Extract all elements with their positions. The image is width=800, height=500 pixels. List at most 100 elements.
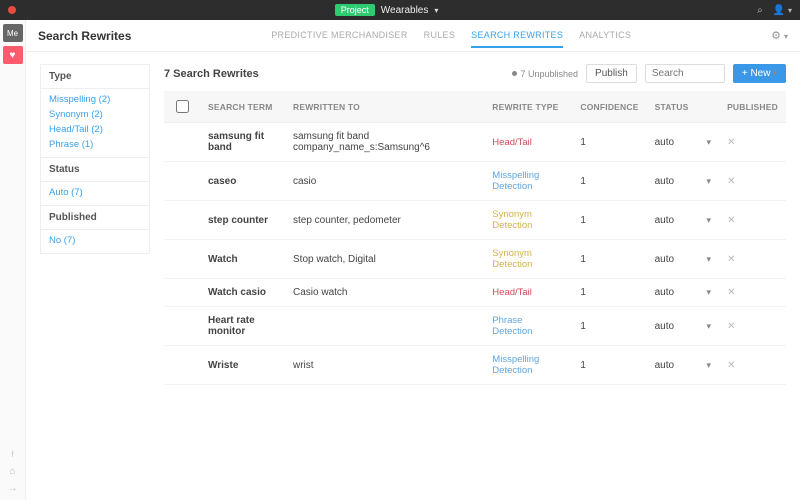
cell-rewrite-type: Phrase Detection	[484, 307, 572, 346]
expand-icon[interactable]: →	[8, 483, 18, 494]
cell-rewritten-to: wrist	[285, 346, 484, 385]
filter-group-title: Type	[41, 65, 149, 89]
select-all-checkbox[interactable]	[176, 100, 189, 113]
close-icon[interactable]: ✕	[727, 215, 735, 226]
nav-tabs: PREDICTIVE MERCHANDISER RULES SEARCH REWRI…	[151, 24, 751, 48]
cell-status: auto	[647, 307, 697, 346]
filter-group-published: Published No (7)	[40, 205, 150, 254]
filter-group-title: Status	[41, 158, 149, 182]
column-header[interactable]: PUBLISHED	[719, 91, 786, 123]
filter-link[interactable]: No (7)	[49, 235, 141, 246]
cell-search-term: Heart rate monitor	[200, 307, 285, 346]
cell-confidence: 1	[572, 123, 646, 162]
cell-rewritten-to: step counter, pedometer	[285, 201, 484, 240]
row-menu[interactable]	[705, 215, 712, 226]
tab-search-rewrites[interactable]: SEARCH REWRITES	[471, 24, 563, 48]
cell-status: auto	[647, 123, 697, 162]
close-icon[interactable]: ✕	[727, 287, 735, 298]
page-title: Search Rewrites	[38, 29, 131, 43]
cell-rewrite-type: Synonym Detection	[484, 201, 572, 240]
cell-search-term: Watch casio	[200, 279, 285, 307]
column-header[interactable]: STATUS	[647, 91, 697, 123]
filter-link[interactable]: Phrase (1)	[49, 139, 141, 150]
tab-predictive-merchandiser[interactable]: PREDICTIVE MERCHANDISER	[271, 24, 407, 48]
topbar: Project Wearables ▾ ⌕ 👤 ▾	[0, 0, 800, 20]
cell-rewritten-to: casio	[285, 162, 484, 201]
column-header[interactable]: CONFIDENCE	[572, 91, 646, 123]
cell-rewrite-type: Synonym Detection	[484, 240, 572, 279]
cell-confidence: 1	[572, 307, 646, 346]
new-button[interactable]: + New	[733, 64, 786, 83]
row-menu[interactable]	[705, 137, 712, 148]
column-header[interactable]	[697, 91, 720, 123]
search-input[interactable]	[645, 64, 725, 83]
rewrites-table: SEARCH TERMREWRITTEN TOREWRITE TYPECONFI…	[164, 91, 786, 385]
cell-confidence: 1	[572, 346, 646, 385]
cell-status: auto	[647, 240, 697, 279]
rocket-icon[interactable]: ⟊	[11, 449, 14, 460]
gear-icon[interactable]: ⚙ ▾	[771, 29, 788, 42]
table-row[interactable]: WristewristMisspelling Detection1auto ✕	[164, 346, 786, 385]
results-count: 7 Search Rewrites	[164, 68, 259, 80]
close-icon[interactable]: ✕	[727, 137, 735, 148]
cell-search-term: step counter	[200, 201, 285, 240]
cell-status: auto	[647, 346, 697, 385]
tab-rules[interactable]: RULES	[424, 24, 456, 48]
cell-rewrite-type: Head/Tail	[484, 123, 572, 162]
close-icon[interactable]: ✕	[727, 254, 735, 265]
favorites-icon[interactable]: ♥	[3, 46, 23, 64]
table-row[interactable]: caseocasioMisspelling Detection1auto✕	[164, 162, 786, 201]
user-menu[interactable]: 👤 ▾	[773, 5, 792, 16]
cell-confidence: 1	[572, 162, 646, 201]
project-name: Wearables	[381, 5, 429, 16]
filter-link[interactable]: Synonym (2)	[49, 109, 141, 120]
cell-rewritten-to	[285, 307, 484, 346]
brand-logo	[8, 6, 16, 14]
project-badge: Project	[335, 4, 375, 16]
table-row[interactable]: step counterstep counter, pedometerSynon…	[164, 201, 786, 240]
publish-button[interactable]: Publish	[586, 64, 637, 83]
cell-status: auto	[647, 201, 697, 240]
cell-search-term: Wriste	[200, 346, 285, 385]
row-menu[interactable]	[705, 321, 712, 332]
table-row[interactable]: WatchStop watch, DigitalSynonym Detectio…	[164, 240, 786, 279]
filter-group-title: Published	[41, 206, 149, 230]
filter-group-status: Status Auto (7)	[40, 157, 150, 206]
row-menu[interactable]	[705, 287, 712, 298]
cell-status: auto	[647, 279, 697, 307]
close-icon[interactable]: ✕	[727, 321, 735, 332]
cell-rewritten-to: samsung fit band company_name_s:Samsung^…	[285, 123, 484, 162]
cell-rewrite-type: Misspelling Detection	[484, 162, 572, 201]
row-menu[interactable]	[705, 360, 712, 371]
cell-confidence: 1	[572, 279, 646, 307]
cell-search-term: caseo	[200, 162, 285, 201]
table-row[interactable]: Heart rate monitor Phrase Detection1auto ✕	[164, 307, 786, 346]
table-row[interactable]: samsung fit bandsamsung fit band company…	[164, 123, 786, 162]
column-header[interactable]: SEARCH TERM	[200, 91, 285, 123]
cell-search-term: samsung fit band	[200, 123, 285, 162]
tab-analytics[interactable]: ANALYTICS	[579, 24, 631, 48]
project-switcher[interactable]: Project Wearables ▾	[16, 4, 757, 16]
table-row[interactable]: Watch casioCasio watchHead/Tail1auto ✕	[164, 279, 786, 307]
close-icon[interactable]: ✕	[727, 176, 735, 187]
column-header[interactable]: REWRITTEN TO	[285, 91, 484, 123]
filter-panel: Type Misspelling (2) Synonym (2) Head/Tail …	[40, 64, 150, 488]
row-menu[interactable]	[705, 176, 712, 187]
filter-group-type: Type Misspelling (2) Synonym (2) Head/Tail …	[40, 64, 150, 158]
row-menu[interactable]	[705, 254, 712, 265]
column-header[interactable]: REWRITE TYPE	[484, 91, 572, 123]
cell-rewrite-type: Head/Tail	[484, 279, 572, 307]
workspace-pill[interactable]: Me	[3, 24, 23, 42]
filter-link[interactable]: Head/Tail (2)	[49, 124, 141, 135]
cell-rewrite-type: Misspelling Detection	[484, 346, 572, 385]
unpublished-indicator: 7 Unpublished	[512, 69, 578, 79]
close-icon[interactable]: ✕	[727, 360, 735, 371]
filter-link[interactable]: Auto (7)	[49, 187, 141, 198]
filter-link[interactable]: Misspelling (2)	[49, 94, 141, 105]
cell-confidence: 1	[572, 201, 646, 240]
cell-rewritten-to: Casio watch	[285, 279, 484, 307]
basket-icon[interactable]: ⌂	[9, 466, 15, 477]
dot-icon	[512, 71, 517, 76]
cell-rewritten-to: Stop watch, Digital	[285, 240, 484, 279]
search-icon[interactable]: ⌕	[757, 5, 763, 16]
